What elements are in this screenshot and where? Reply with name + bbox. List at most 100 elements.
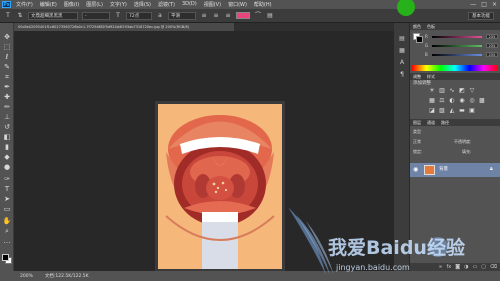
hand-tool-icon[interactable]: ✋ [2,217,12,226]
tab-layers[interactable]: 图层 [413,119,421,126]
tab-styles[interactable]: 样式 [427,73,435,80]
menu-3d[interactable]: 3D(D) [182,1,197,8]
align-center-icon[interactable]: ≡ [212,12,220,20]
exposure-icon[interactable]: ◩ [458,87,466,94]
layer-kind-filter[interactable]: 类型 [413,129,421,135]
path-select-tool-icon[interactable]: ➤ [2,195,12,204]
text-color-swatch[interactable] [236,12,250,19]
tab-paths[interactable]: 路径 [441,119,449,126]
character-panel-icon[interactable]: ▤ [266,12,274,20]
hue-saturation-icon[interactable]: ▦ [428,97,436,104]
slider-g-value[interactable]: 255 [486,43,498,48]
blur-tool-icon[interactable]: ◆ [2,153,12,162]
channel-mixer-icon[interactable]: ◎ [468,97,476,104]
dodge-tool-icon[interactable]: ● [2,163,12,172]
marquee-tool-icon[interactable]: ⬚ [2,43,12,52]
warp-text-icon[interactable]: ⌒ [254,12,262,20]
tools-panel: ✥ ⬚ ℓ ✎ ⌗ ✒ ✚ ✏ ⊥ ↺ ◧ ▮ ◆ ● ✑ T ➤ ▭ ✋ ⌕ … [0,23,14,271]
brightness-icon[interactable]: ☀ [428,87,436,94]
zoom-level[interactable]: 200% [20,274,33,279]
orientation-toggle-icon[interactable]: ⇅ [16,12,24,20]
slider-g-label: G [425,43,429,48]
type-tool-icon[interactable]: T [4,12,12,20]
levels-icon[interactable]: ▥ [438,87,446,94]
panel-bg-swatch[interactable] [416,36,423,43]
pen-tool-icon[interactable]: ✑ [2,175,12,184]
crop-tool-icon[interactable]: ⌗ [2,73,12,82]
lasso-tool-icon[interactable]: ℓ [2,53,12,62]
blend-mode-select[interactable]: 正常 [413,139,421,145]
slider-b[interactable] [432,54,482,56]
color-spectrum-bar[interactable] [412,65,498,71]
curves-icon[interactable]: ∿ [448,87,456,94]
eyedropper-tool-icon[interactable]: ✒ [2,83,12,92]
layer-row-background[interactable]: ◉ 背景 🔒︎ [410,163,500,177]
shape-tool-icon[interactable]: ▭ [2,205,12,214]
color-lookup-icon[interactable]: ▩ [478,97,486,104]
zoom-tool-icon[interactable]: ⌕ [2,227,12,236]
menu-file[interactable]: 文件(F) [16,1,33,8]
minimize-button[interactable]: — [470,0,476,9]
lock-label: 锁定: [413,149,423,154]
align-left-icon[interactable]: ≡ [200,12,208,20]
menu-layer[interactable]: 图层(L) [86,1,103,8]
properties-panel-icon[interactable]: ▦ [398,47,406,55]
slider-r[interactable] [432,36,482,38]
close-button[interactable]: × [492,0,497,9]
type-tool-icon[interactable]: T [2,185,12,194]
slider-r-label: R [425,34,428,39]
threshold-icon[interactable]: ◭ [448,107,456,114]
healing-brush-tool-icon[interactable]: ✚ [2,93,12,102]
slider-r-value[interactable]: 255 [486,34,498,39]
photo-filter-icon[interactable]: ◉ [458,97,466,104]
history-panel-icon[interactable]: ▤ [398,35,406,43]
character-panel-icon[interactable]: A [398,59,406,67]
menu-image[interactable]: 图像(I) [64,1,79,8]
align-right-icon[interactable]: ≡ [224,12,232,20]
document-canvas[interactable] [155,101,285,272]
more-tools-icon[interactable]: … [2,237,12,246]
vibrance-icon[interactable]: ▽ [468,87,476,94]
font-style-select[interactable]: - [82,11,110,20]
watermark-url: jingyan.baidu.com [336,263,410,272]
history-brush-tool-icon[interactable]: ↺ [2,123,12,132]
menu-help[interactable]: 帮助(H) [254,1,272,8]
tab-channels[interactable]: 通道 [427,119,435,126]
tab-adjustments[interactable]: 调整 [413,73,421,80]
slider-g[interactable] [432,45,482,47]
clone-stamp-tool-icon[interactable]: ⊥ [2,113,12,122]
font-family-select[interactable]: 文鼎超细黑黑黑 [28,11,78,20]
anti-alias-select[interactable]: 平滑 [168,11,196,20]
eye-icon[interactable]: ◉ [413,166,418,173]
paragraph-panel-icon[interactable]: ¶ [398,71,406,79]
maximize-button[interactable]: □ [481,0,487,9]
document-info[interactable]: 文档:122.5K/122.5K [45,273,89,279]
gradient-tool-icon[interactable]: ▮ [2,143,12,152]
black-white-icon[interactable]: ◐ [448,97,456,104]
tab-swatches[interactable]: 色板 [427,23,435,30]
workspace-select[interactable]: 基本功能 [468,12,494,20]
mouth-illustration [158,104,282,269]
foreground-color-swatch[interactable] [2,254,9,261]
menu-select[interactable]: 选择(S) [134,1,151,8]
slider-b-value[interactable]: 255 [486,52,498,57]
invert-icon[interactable]: ◪ [428,107,436,114]
brush-tool-icon[interactable]: ✏ [2,103,12,112]
menu-type[interactable]: 文字(Y) [110,1,127,8]
font-size-select[interactable]: 72点 [126,11,152,20]
color-balance-icon[interactable]: ⚖ [438,97,446,104]
menu-filter[interactable]: 滤镜(T) [158,1,175,8]
quick-select-tool-icon[interactable]: ✎ [2,63,12,72]
gradient-map-icon[interactable]: ▬ [458,107,466,114]
selective-color-icon[interactable]: ▣ [468,107,476,114]
menu-window[interactable]: 窗口(W) [228,1,247,8]
posterize-icon[interactable]: ▧ [438,107,446,114]
document-tab[interactable]: 00c8e02093401f1c80273563726b0c1-7f72946f… [14,23,234,31]
menu-view[interactable]: 视图(V) [204,1,221,8]
move-tool-icon[interactable]: ✥ [2,33,12,42]
eraser-tool-icon[interactable]: ◧ [2,133,12,142]
menu-edit[interactable]: 编辑(E) [40,1,57,8]
tab-color[interactable]: 颜色 [413,23,421,30]
anti-alias-icon: a [158,11,162,19]
